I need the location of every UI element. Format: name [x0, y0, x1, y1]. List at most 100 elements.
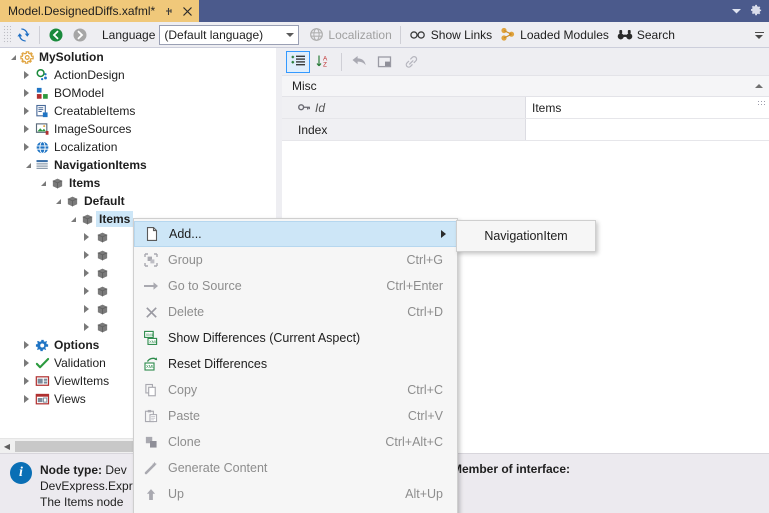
tree-hscroll-thumb[interactable] [15, 440, 133, 452]
node-cube-icon [93, 301, 111, 317]
info-node-type-value: Dev [105, 463, 127, 477]
chevron-down-icon[interactable] [19, 156, 33, 174]
chevron-right-icon[interactable] [79, 318, 93, 336]
chevron-right-icon[interactable] [79, 264, 93, 282]
property-name-label: Id [315, 100, 326, 115]
chevron-right-icon[interactable] [79, 282, 93, 300]
navigate-forward-button[interactable] [68, 24, 92, 46]
alphabetical-sort-button[interactable]: A Z [312, 51, 336, 73]
properties-toolbar-separator [341, 52, 342, 71]
info-node-type-label: Node type: [40, 463, 103, 477]
chevron-down-icon[interactable] [34, 174, 48, 192]
localization-button[interactable]: Localization [305, 24, 395, 46]
property-value-cell[interactable] [526, 119, 769, 140]
tree-node-label: Validation [54, 356, 106, 370]
context-menu-item-copy[interactable]: Copy Ctrl+C [134, 377, 457, 403]
context-menu-item-label: Reset Differences [168, 357, 268, 371]
chevron-right-icon[interactable] [19, 84, 33, 102]
chevron-right-icon[interactable] [19, 336, 33, 354]
property-row[interactable]: Index [282, 119, 769, 141]
gear-icon[interactable] [748, 3, 764, 19]
chevron-right-icon[interactable] [19, 102, 33, 120]
refresh-icon [15, 27, 31, 43]
context-menu-item-go-to-source[interactable]: Go to Source Ctrl+Enter [134, 273, 457, 299]
info-line-3: The Items node [40, 495, 124, 509]
search-button[interactable]: Search [613, 24, 679, 46]
property-name-cell: Index [282, 119, 526, 140]
tree-node-label [111, 236, 117, 238]
chevron-right-icon[interactable] [19, 390, 33, 408]
chevron-down-icon[interactable] [731, 7, 742, 15]
chevron-right-icon[interactable] [19, 354, 33, 372]
node-cube-icon [93, 283, 111, 299]
chevron-down-icon[interactable] [64, 210, 78, 228]
context-menu-item-generate-content[interactable]: Generate Content [134, 455, 457, 481]
property-value-cell[interactable]: Items [526, 97, 769, 118]
context-menu-item-shortcut: Ctrl+Enter [386, 279, 443, 293]
tree-node-creatableitems[interactable]: CreatableItems [0, 102, 276, 120]
context-menu-item-label: Delete [168, 305, 205, 319]
categorized-view-button[interactable] [286, 50, 310, 73]
toolbar-separator-1 [39, 25, 40, 44]
node-cube-icon [93, 229, 111, 245]
gear-icon [18, 49, 36, 65]
creatable-items-icon [33, 103, 51, 119]
properties-scroll-grip[interactable] [754, 76, 769, 106]
context-menu-item-reset-differences[interactable]: XML Reset Differences [134, 351, 457, 377]
tree-node-default[interactable]: Default [0, 192, 276, 210]
context-menu-item-show-differences-current-aspect[interactable]: XML XML Show Differences (Current Aspect) [134, 325, 457, 351]
properties-toolbar: A Z [282, 48, 769, 76]
submenu-item-navigationitem[interactable]: NavigationItem [457, 224, 595, 248]
tree-node-navigationitems[interactable]: NavigationItems [0, 156, 276, 174]
context-menu-item-add[interactable]: Add... [134, 221, 457, 247]
language-combo[interactable]: (Default language) [159, 24, 300, 45]
tree-node-label: ImageSources [54, 122, 132, 136]
close-icon[interactable] [179, 2, 195, 20]
context-menu-item-label: Up [168, 487, 184, 501]
properties-category-row[interactable]: Misc [282, 76, 769, 97]
tree-node-items[interactable]: Items [0, 174, 276, 192]
context-menu-item-down[interactable]: DownAlt+Down [134, 507, 457, 513]
toolbar-grip[interactable] [2, 25, 11, 44]
pin-icon[interactable] [161, 2, 177, 20]
context-menu-item-paste[interactable]: Paste Ctrl+V [134, 403, 457, 429]
info-icon: i [10, 462, 32, 484]
context-menu-item-label: Paste [168, 409, 200, 423]
context-menu-item-up[interactable]: Up Alt+Up [134, 481, 457, 507]
scroll-left-arrow-icon[interactable]: ◀ [0, 439, 14, 454]
navigate-back-button[interactable] [44, 24, 68, 46]
chevron-down-icon[interactable] [286, 32, 295, 37]
context-menu-item-group[interactable]: Group Ctrl+G [134, 247, 457, 273]
chevron-right-icon[interactable] [19, 120, 33, 138]
chevron-right-icon[interactable] [79, 246, 93, 264]
svg-text:Z: Z [323, 62, 327, 69]
show-links-button[interactable]: Show Links [405, 24, 496, 46]
chevron-right-icon[interactable] [19, 66, 33, 84]
chevron-right-icon[interactable] [19, 372, 33, 390]
chevron-right-icon[interactable] [79, 300, 93, 318]
context-menu-item-delete[interactable]: Delete Ctrl+D [134, 299, 457, 325]
tree-node-mysolution[interactable]: MySolution [0, 48, 276, 66]
tree-node-bomodel[interactable]: BOModel [0, 84, 276, 102]
tree-node-label: Options [54, 338, 100, 352]
tree-node-actiondesign[interactable]: ActionDesign [0, 66, 276, 84]
new-file-icon [135, 226, 169, 242]
document-tab[interactable]: Model.DesignedDiffs.xafml* [0, 0, 200, 22]
chevron-down-icon[interactable] [4, 48, 18, 66]
new-item-button[interactable] [373, 51, 397, 73]
localization-label: Localization [328, 27, 392, 42]
chevron-right-icon[interactable] [19, 138, 33, 156]
property-row[interactable]: Id Items [282, 97, 769, 119]
context-menu-item-shortcut: Ctrl+Alt+C [385, 435, 443, 449]
chevron-down-icon[interactable] [49, 192, 63, 210]
refresh-button[interactable] [11, 24, 35, 46]
toolbar-overflow-icon[interactable] [752, 26, 766, 44]
tree-node-imagesources[interactable]: ImageSources [0, 120, 276, 138]
link-button[interactable] [399, 51, 423, 73]
loaded-modules-button[interactable]: Loaded Modules [496, 24, 613, 46]
chevron-right-icon[interactable] [79, 228, 93, 246]
context-menu-item-clone[interactable]: Clone Ctrl+Alt+C [134, 429, 457, 455]
tree-node-localization[interactable]: Localization [0, 138, 276, 156]
image-sources-icon [33, 121, 51, 137]
reset-value-button[interactable] [347, 51, 371, 73]
